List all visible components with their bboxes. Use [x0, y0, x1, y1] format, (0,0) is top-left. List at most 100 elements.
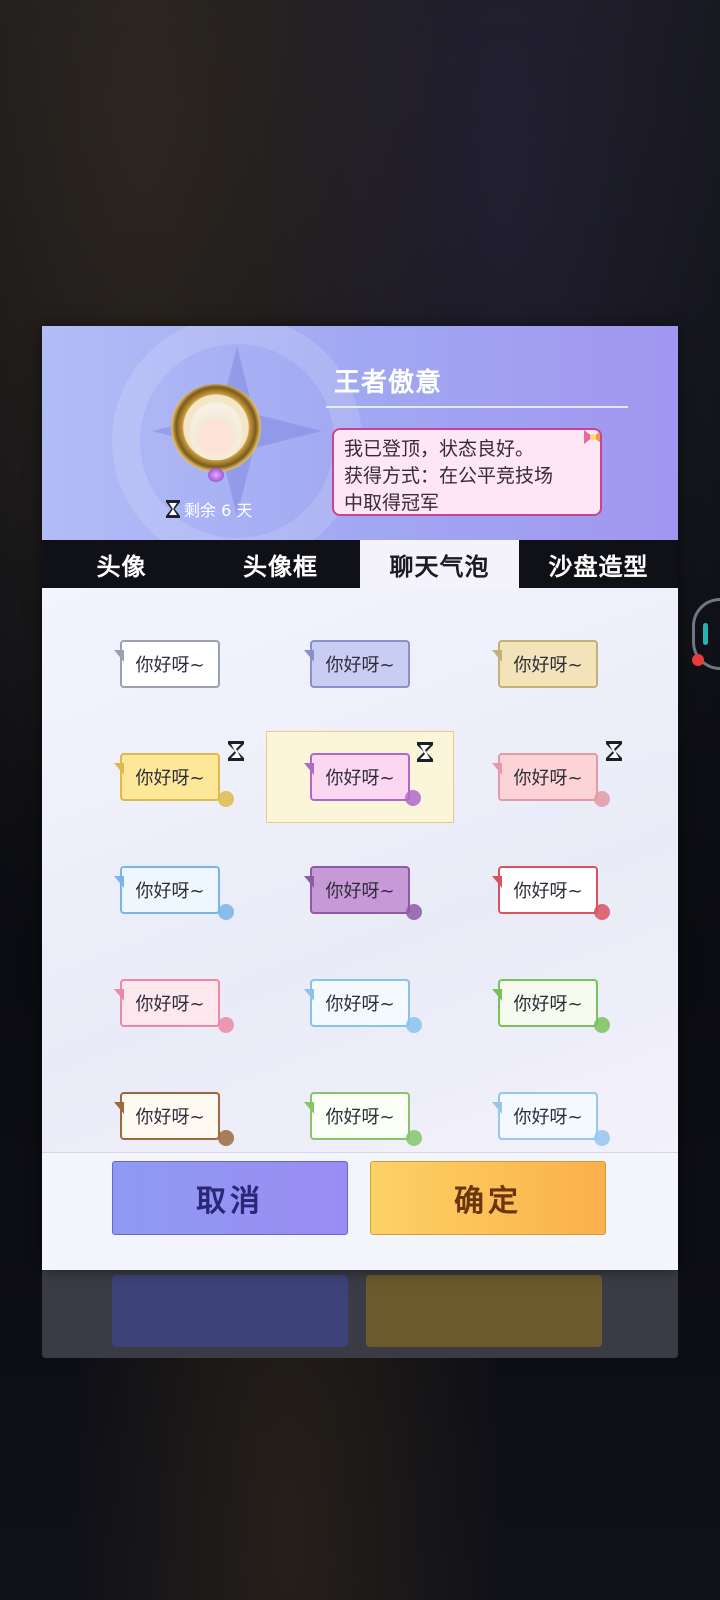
bubble-tail	[304, 763, 314, 775]
tab-avatar[interactable]: 头像	[42, 540, 201, 588]
bubble-description: 我已登顶，状态良好。 获得方式：在公平竞技场 中取得冠军	[332, 428, 602, 516]
bubble-sample-text: 你好呀~	[325, 994, 395, 1015]
bubble-preview: 你好呀~	[114, 753, 220, 801]
bubble-option-sky-chest[interactable]: 你好呀~	[454, 1070, 642, 1162]
cancel-button[interactable]: 取消	[112, 1161, 348, 1235]
bubble-preview: 你好呀~	[304, 753, 410, 801]
tab-sandbox-model[interactable]: 沙盘造型	[519, 540, 678, 588]
bubble-ornament	[405, 790, 421, 806]
bubble-tail	[492, 989, 502, 1001]
bubble-preview: 你好呀~	[114, 640, 220, 688]
bubble-ornament	[218, 1017, 234, 1033]
confirm-button[interactable]: 确定	[370, 1161, 606, 1235]
remaining-time: 剩余 6 天	[166, 498, 252, 520]
bubble-sample-text: 你好呀~	[513, 1107, 583, 1128]
bubble-ornament	[218, 791, 234, 807]
bubble-tail	[114, 1102, 124, 1114]
bubble-preview: 你好呀~	[114, 1092, 220, 1140]
bubble-sample-text: 你好呀~	[135, 994, 205, 1015]
bubble-ornament	[594, 1130, 610, 1146]
bubble-ornament	[594, 791, 610, 807]
bubble-tail	[492, 763, 502, 775]
remaining-label: 剩余 6 天	[184, 501, 253, 520]
bubble-ornament	[406, 1017, 422, 1033]
bubble-preview: 你好呀~	[492, 979, 598, 1027]
bubble-tail	[304, 989, 314, 1001]
bubble-tail	[492, 650, 502, 662]
bubble-option-beige[interactable]: 你好呀~	[454, 618, 642, 710]
bubble-tail	[114, 650, 124, 662]
bubble-option-plain-white[interactable]: 你好呀~	[76, 618, 264, 710]
bubble-preview: 你好呀~	[492, 866, 598, 914]
bubble-tail	[114, 989, 124, 1001]
description-line: 中取得冠军	[344, 492, 440, 514]
bubble-option-pink-purple-timed[interactable]: 你好呀~	[266, 731, 454, 823]
bubble-ornament	[594, 904, 610, 920]
bubble-option-wood-magnifier[interactable]: 你好呀~	[76, 1070, 264, 1162]
category-tabs: 头像 头像框 聊天气泡 沙盘造型	[42, 540, 678, 588]
bubble-tail	[492, 876, 502, 888]
bubble-title: 王者傲意	[334, 368, 443, 398]
bubble-sample-text: 你好呀~	[135, 881, 205, 902]
dialog-footer: 取消 确定	[42, 1152, 678, 1270]
bubble-ornament	[594, 1017, 610, 1033]
hourglass-icon	[166, 500, 180, 518]
notification-dot	[692, 654, 704, 666]
bubble-option-red-badge[interactable]: 你好呀~	[454, 844, 642, 936]
background-button-right	[366, 1275, 602, 1347]
bubble-sample-text: 你好呀~	[325, 768, 395, 789]
description-line: 我已登顶，状态良好。	[344, 438, 535, 460]
limited-time-hourglass-icon	[417, 742, 433, 762]
bubble-tail	[304, 650, 314, 662]
bubble-preview: 你好呀~	[304, 979, 410, 1027]
bubble-preview: 你好呀~	[114, 866, 220, 914]
bubble-preview: 你好呀~	[114, 979, 220, 1027]
bubble-option-yellow-timed[interactable]: 你好呀~	[76, 731, 264, 823]
bubble-preview: 你好呀~	[304, 1092, 410, 1140]
avatar-gem	[208, 468, 224, 482]
bow-ornament-icon	[584, 430, 600, 444]
bubble-option-peach-timed[interactable]: 你好呀~	[454, 731, 642, 823]
bubble-ornament	[406, 1130, 422, 1146]
profile-header: 剩余 6 天 王者傲意 我已登顶，状态良好。 获得方式：在公平竞技场 中取得冠军	[42, 326, 678, 540]
title-divider	[326, 406, 628, 408]
bubble-grid: 你好呀~ 你好呀~ 你好呀~ 你好呀~ 你好呀~ 你好呀~ 你好呀~ 你好呀~ 你好呀~ 你好呀~…	[42, 588, 678, 1152]
bubble-sample-text: 你好呀~	[135, 655, 205, 676]
limited-time-hourglass-icon	[606, 741, 622, 761]
bubble-sample-text: 你好呀~	[513, 881, 583, 902]
limited-time-hourglass-icon	[228, 741, 244, 761]
bubble-ornament	[218, 904, 234, 920]
bubble-sample-text: 你好呀~	[325, 655, 395, 676]
bubble-preview: 你好呀~	[492, 640, 598, 688]
bubble-tail	[304, 1102, 314, 1114]
bubble-tail	[492, 1102, 502, 1114]
bubble-option-green-castle[interactable]: 你好呀~	[454, 957, 642, 1049]
avatar	[168, 384, 264, 482]
bubble-option-ice[interactable]: 你好呀~	[76, 844, 264, 936]
bubble-option-pink-rose[interactable]: 你好呀~	[76, 957, 264, 1049]
tab-chat-bubble[interactable]: 聊天气泡	[360, 540, 519, 588]
bubble-preview: 你好呀~	[304, 640, 410, 688]
background-button-left	[112, 1275, 348, 1347]
bubble-ornament	[218, 1130, 234, 1146]
bubble-sample-text: 你好呀~	[513, 768, 583, 789]
bubble-sample-text: 你好呀~	[135, 1107, 205, 1128]
bubble-option-rainbow-bunny[interactable]: 你好呀~	[266, 1070, 454, 1162]
bubble-option-winter-blue[interactable]: 你好呀~	[266, 957, 454, 1049]
bubble-option-lavender[interactable]: 你好呀~	[266, 618, 454, 710]
chat-bubble-dialog: 剩余 6 天 王者傲意 我已登顶，状态良好。 获得方式：在公平竞技场 中取得冠军…	[42, 326, 678, 1270]
bubble-sample-text: 你好呀~	[325, 1107, 395, 1128]
bubble-sample-text: 你好呀~	[325, 881, 395, 902]
tab-avatar-frame[interactable]: 头像框	[201, 540, 360, 588]
bubble-option-purple-chess[interactable]: 你好呀~	[266, 844, 454, 936]
bubble-tail	[304, 876, 314, 888]
description-line: 获得方式：在公平竞技场	[344, 465, 554, 487]
bubble-ornament	[406, 904, 422, 920]
bubble-tail	[114, 763, 124, 775]
bubble-sample-text: 你好呀~	[513, 994, 583, 1015]
bubble-sample-text: 你好呀~	[513, 655, 583, 676]
avatar-portrait	[190, 402, 242, 460]
bubble-sample-text: 你好呀~	[135, 768, 205, 789]
bubble-preview: 你好呀~	[492, 753, 598, 801]
bubble-preview: 你好呀~	[304, 866, 410, 914]
